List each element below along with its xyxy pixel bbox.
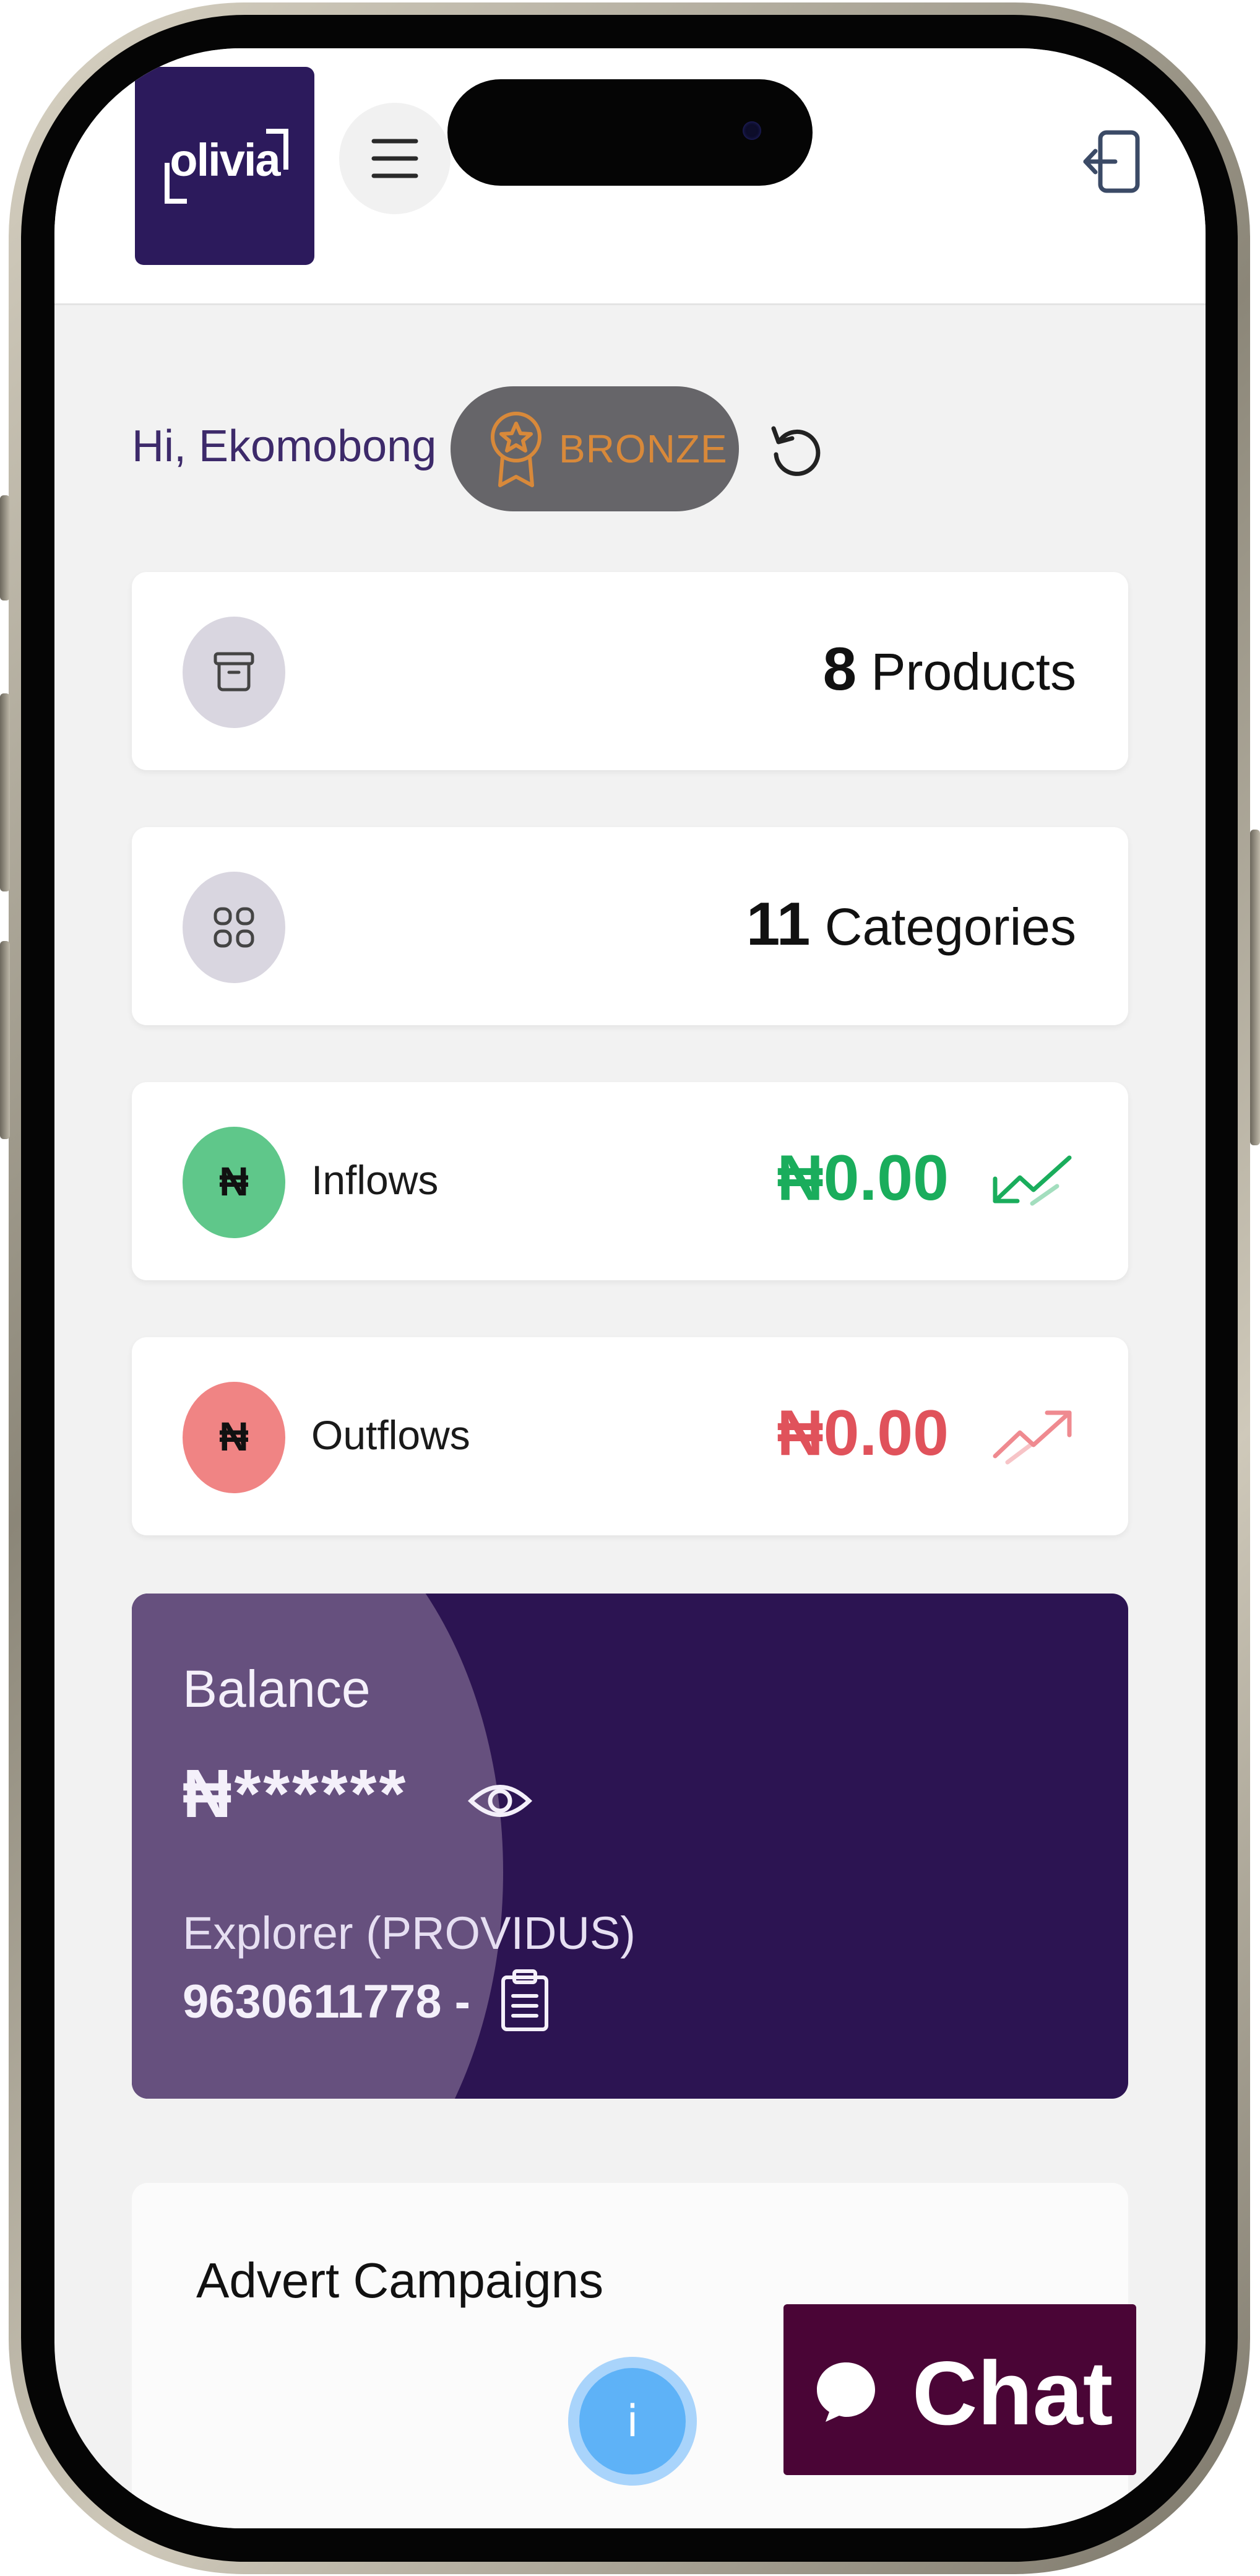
info-icon: i bbox=[579, 2368, 686, 2474]
categories-label: Categories bbox=[824, 898, 1076, 956]
chat-bubble-icon bbox=[817, 2362, 875, 2422]
products-count-text: 8 Products bbox=[823, 634, 1076, 704]
inflows-icon-circle: ₦ bbox=[183, 1127, 285, 1238]
bank-name: Explorer (PROVIDUS) bbox=[183, 1907, 636, 1959]
chat-label: Chat bbox=[912, 2343, 1113, 2444]
logout-button[interactable] bbox=[1082, 128, 1144, 196]
info-button[interactable]: i bbox=[568, 2357, 697, 2486]
categories-card[interactable]: 11 Categories bbox=[132, 827, 1128, 1025]
grid-icon bbox=[214, 907, 254, 948]
olivia-logo[interactable]: olivia bbox=[135, 67, 314, 265]
outflows-label: Outflows bbox=[311, 1412, 470, 1458]
trend-up-icon bbox=[993, 1410, 1072, 1465]
hamburger-icon bbox=[371, 139, 418, 178]
badge-label: BRONZE bbox=[559, 427, 728, 471]
products-label: Products bbox=[871, 643, 1077, 701]
toggle-balance-visibility[interactable] bbox=[466, 1767, 534, 1835]
categories-count: 11 bbox=[746, 890, 811, 958]
refresh-icon bbox=[771, 426, 821, 476]
side-button-mute bbox=[0, 495, 10, 601]
balance-label: Balance bbox=[183, 1660, 371, 1718]
chat-button[interactable]: Chat bbox=[783, 2304, 1136, 2475]
balance-amount-masked: ₦****** bbox=[183, 1756, 408, 1832]
naira-icon: ₦ bbox=[219, 1158, 249, 1204]
naira-icon: ₦ bbox=[219, 1413, 249, 1459]
side-button-volume-down bbox=[0, 941, 10, 1139]
inflows-card[interactable]: ₦ Inflows ₦0.00 bbox=[132, 1082, 1128, 1280]
menu-button[interactable] bbox=[339, 103, 451, 214]
logout-icon bbox=[1083, 130, 1140, 193]
greeting-text: Hi, Ekomobong bbox=[132, 422, 437, 471]
products-card[interactable]: 8 Products bbox=[132, 572, 1128, 770]
phone-screen: olivia Hi, Ekomobong BRONZE 8 Products 1… bbox=[54, 48, 1206, 2528]
account-number: 9630611778 - bbox=[183, 1975, 470, 2028]
advert-campaigns-title: Advert Campaigns bbox=[196, 2253, 604, 2308]
outflows-icon-circle: ₦ bbox=[183, 1382, 285, 1493]
refresh-button[interactable] bbox=[766, 420, 826, 479]
logo-text: olivia bbox=[170, 134, 280, 186]
trend-down-icon bbox=[993, 1155, 1072, 1206]
balance-card: Balance ₦****** Explorer (PROVIDUS) 9630… bbox=[132, 1594, 1128, 2099]
categories-icon-circle bbox=[183, 872, 285, 983]
products-icon-circle bbox=[183, 617, 285, 728]
outflows-amount: ₦0.00 bbox=[777, 1397, 949, 1469]
categories-count-text: 11 Categories bbox=[746, 889, 1076, 959]
front-camera bbox=[743, 121, 761, 140]
inflows-label: Inflows bbox=[311, 1157, 439, 1203]
archive-icon bbox=[214, 652, 254, 692]
clipboard-icon bbox=[501, 1969, 548, 2031]
products-count: 8 bbox=[822, 635, 857, 703]
tier-badge[interactable]: BRONZE bbox=[451, 386, 739, 511]
inflows-amount: ₦0.00 bbox=[777, 1142, 949, 1214]
side-button-power bbox=[1250, 830, 1260, 1145]
eye-icon bbox=[467, 1785, 533, 1817]
copy-account-button[interactable] bbox=[497, 1967, 553, 2033]
medal-icon bbox=[491, 412, 542, 487]
side-button-volume-up bbox=[0, 693, 10, 891]
outflows-card[interactable]: ₦ Outflows ₦0.00 bbox=[132, 1337, 1128, 1535]
